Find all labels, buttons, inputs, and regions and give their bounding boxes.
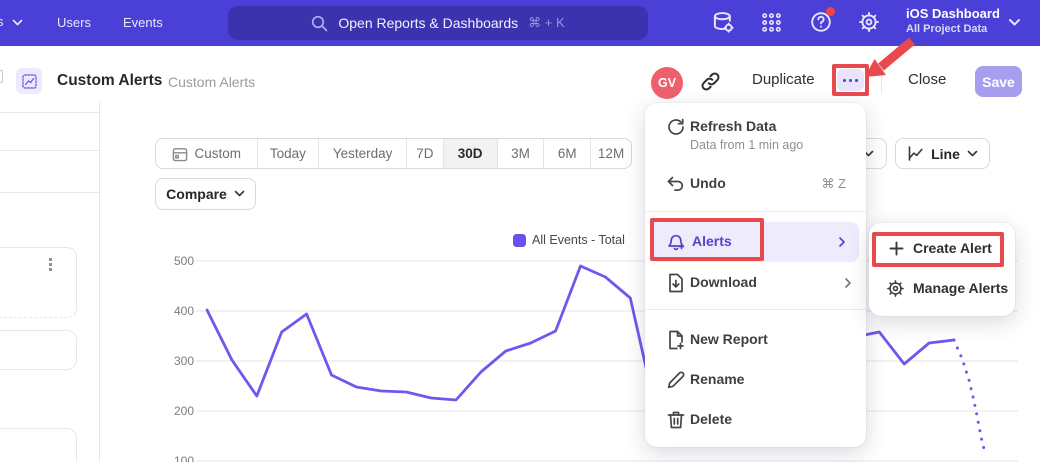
date-range-today[interactable]: Today bbox=[257, 139, 319, 168]
menu-item-download[interactable]: Download bbox=[690, 274, 757, 290]
compare-label: Compare bbox=[166, 186, 227, 202]
date-range-6m[interactable]: 6M bbox=[543, 139, 590, 168]
save-button[interactable]: Save bbox=[975, 66, 1022, 97]
project-scope: All Project Data bbox=[906, 23, 1000, 35]
chevron-down-icon bbox=[1008, 18, 1021, 27]
submenu-item-manage-alerts[interactable]: Manage Alerts bbox=[913, 280, 1008, 296]
apps-grid-icon[interactable] bbox=[761, 12, 782, 33]
sidebar-divider bbox=[0, 192, 99, 193]
clipped-edge-icon bbox=[0, 70, 3, 83]
kebab-menu-icon[interactable] bbox=[49, 258, 52, 271]
calendar-icon bbox=[172, 146, 188, 162]
date-range-label: Custom bbox=[195, 146, 242, 161]
date-range-label: 7D bbox=[416, 146, 433, 161]
sidebar-divider bbox=[0, 112, 99, 113]
duplicate-button[interactable]: Duplicate bbox=[752, 71, 815, 88]
annotation-arrow bbox=[858, 36, 922, 84]
trash-icon bbox=[666, 410, 686, 430]
report-type-icon bbox=[16, 68, 42, 94]
undo-icon bbox=[666, 174, 686, 194]
date-range-yesterday[interactable]: Yesterday bbox=[318, 139, 406, 168]
menu-item-new-report[interactable]: New Report bbox=[690, 331, 768, 347]
search-shortcut: ⌘ + K bbox=[528, 15, 565, 31]
menu-item-delete[interactable]: Delete bbox=[690, 411, 732, 427]
menu-item-rename[interactable]: Rename bbox=[690, 371, 744, 387]
avatar[interactable]: GV bbox=[651, 67, 683, 99]
date-range-label: 30D bbox=[458, 146, 483, 161]
project-name: iOS Dashboard bbox=[906, 6, 1000, 21]
date-range-label: Yesterday bbox=[333, 146, 393, 161]
date-range-label: 12M bbox=[598, 146, 624, 161]
menu-item-refresh-sublabel: Data from 1 min ago bbox=[690, 138, 803, 152]
nav-item-events[interactable]: Events bbox=[123, 15, 163, 30]
line-chart-icon bbox=[907, 145, 924, 162]
settings-gear-icon[interactable] bbox=[858, 11, 880, 33]
nav-item-users[interactable]: Users bbox=[57, 15, 91, 30]
sidebar-card[interactable] bbox=[0, 428, 77, 462]
chevron-right-icon bbox=[838, 236, 846, 248]
chart-projection-dotted bbox=[954, 340, 984, 449]
sidebar-border bbox=[99, 102, 100, 462]
sidebar-divider bbox=[0, 150, 99, 151]
annotation-box-alerts bbox=[650, 218, 764, 261]
new-report-icon bbox=[666, 330, 686, 350]
chevron-down-icon bbox=[12, 19, 23, 26]
sidebar-card[interactable] bbox=[0, 247, 77, 318]
date-range-3m[interactable]: 3M bbox=[497, 139, 544, 168]
date-range-label: 6M bbox=[558, 146, 577, 161]
page-title: Custom Alerts bbox=[57, 72, 162, 90]
chevron-down-icon bbox=[967, 150, 978, 158]
nav-clipped-item[interactable]: s bbox=[0, 14, 4, 29]
project-switcher[interactable]: iOS Dashboard All Project Data bbox=[906, 6, 1000, 35]
chevron-right-icon bbox=[844, 277, 852, 289]
chart-type-button[interactable]: Line bbox=[895, 138, 990, 169]
data-management-icon[interactable] bbox=[712, 11, 735, 34]
more-options-menu: Refresh Data Data from 1 min ago Undo ⌘ … bbox=[645, 103, 866, 447]
menu-divider bbox=[645, 211, 866, 212]
app-screen: s Users Events Open Reports & Dashboards… bbox=[0, 0, 1040, 462]
date-range-12m[interactable]: 12M bbox=[590, 139, 631, 168]
menu-item-undo-shortcut: ⌘ Z bbox=[821, 176, 846, 192]
date-range-label: Today bbox=[270, 146, 306, 161]
search-icon bbox=[311, 15, 328, 32]
notification-dot bbox=[826, 7, 835, 16]
menu-item-refresh-data[interactable]: Refresh Data bbox=[690, 118, 776, 134]
date-range-control: Custom Today Yesterday 7D 30D 3M 6M 12M bbox=[155, 138, 632, 169]
date-range-30d-selected[interactable]: 30D bbox=[443, 139, 497, 168]
sidebar-card[interactable] bbox=[0, 330, 77, 370]
chevron-down-icon bbox=[234, 190, 245, 198]
search-input[interactable]: Open Reports & Dashboards ⌘ + K bbox=[228, 6, 648, 40]
refresh-icon bbox=[666, 117, 686, 137]
breadcrumb: Custom Alerts bbox=[168, 74, 255, 90]
date-range-custom[interactable]: Custom bbox=[156, 139, 257, 168]
copy-link-icon[interactable] bbox=[700, 71, 721, 92]
gear-icon bbox=[886, 279, 905, 298]
compare-button[interactable]: Compare bbox=[155, 178, 256, 210]
download-icon bbox=[666, 273, 686, 293]
chart-type-label: Line bbox=[931, 146, 960, 162]
pencil-icon bbox=[666, 370, 686, 390]
date-range-label: 3M bbox=[511, 146, 530, 161]
date-range-7d[interactable]: 7D bbox=[406, 139, 443, 168]
menu-item-undo[interactable]: Undo bbox=[690, 175, 726, 191]
menu-divider bbox=[645, 309, 866, 310]
search-placeholder: Open Reports & Dashboards bbox=[338, 15, 518, 31]
annotation-box-create-alert bbox=[872, 232, 1004, 267]
